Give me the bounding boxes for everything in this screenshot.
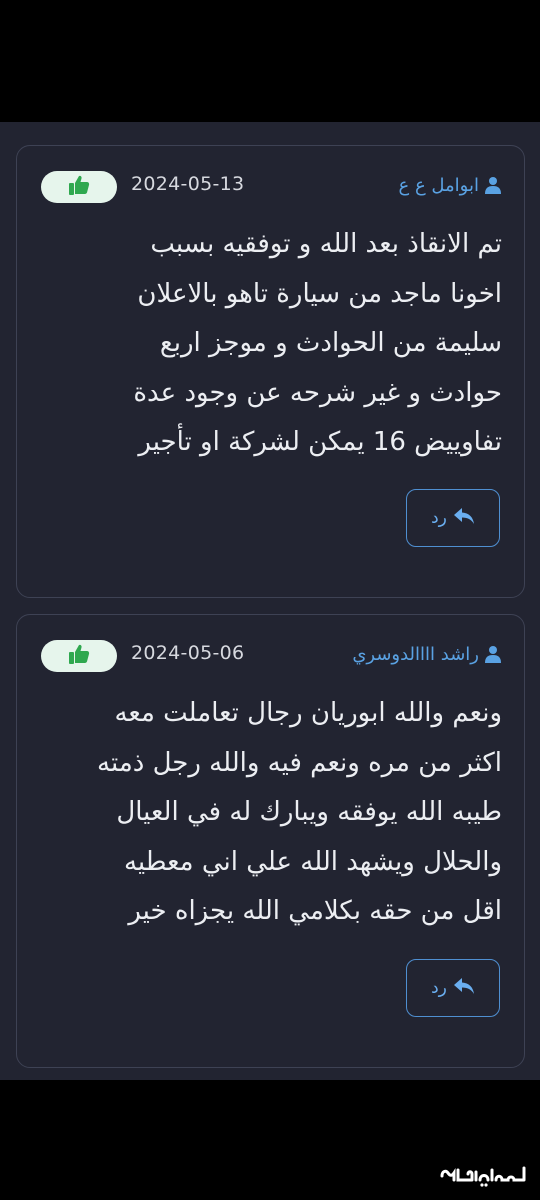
comment-date: 2024-05-06: [131, 642, 245, 664]
reply-button[interactable]: رد: [406, 959, 500, 1017]
reply-arrow-icon: [453, 507, 475, 530]
author-name: ابوامل ع ع: [398, 174, 479, 196]
comments-panel: ابوامل ع ع 2024-05-13 تم الانقاذ بعد الل…: [0, 122, 540, 1080]
watermark-logo: [438, 1162, 530, 1188]
comment-text: تم الانقاذ بعد الله و توفقيه بسبب اخونا …: [133, 229, 502, 457]
like-button[interactable]: [41, 171, 117, 203]
user-icon: [484, 176, 502, 194]
reply-label: رد: [431, 978, 447, 998]
reply-button[interactable]: رد: [406, 489, 500, 547]
comment-author[interactable]: ابوامل ع ع: [398, 174, 502, 196]
comment-card: ابوامل ع ع 2024-05-13 تم الانقاذ بعد الل…: [16, 145, 525, 598]
comment-text: ونعم والله ابوريان رجال تعاملت معه اكثر …: [97, 698, 502, 926]
reply-arrow-icon: [453, 977, 475, 1000]
reply-label: رد: [431, 508, 447, 528]
author-name: راشد اااالدوسري: [352, 643, 479, 665]
comment-author[interactable]: راشد اااالدوسري: [352, 643, 502, 665]
thumbs-up-icon: [67, 642, 91, 670]
user-icon: [484, 645, 502, 663]
thumbs-up-icon: [67, 173, 91, 201]
like-button[interactable]: [41, 640, 117, 672]
comment-card: راشد اااالدوسري 2024-05-06 ونعم والله اب…: [16, 614, 525, 1068]
comment-date: 2024-05-13: [131, 173, 245, 195]
